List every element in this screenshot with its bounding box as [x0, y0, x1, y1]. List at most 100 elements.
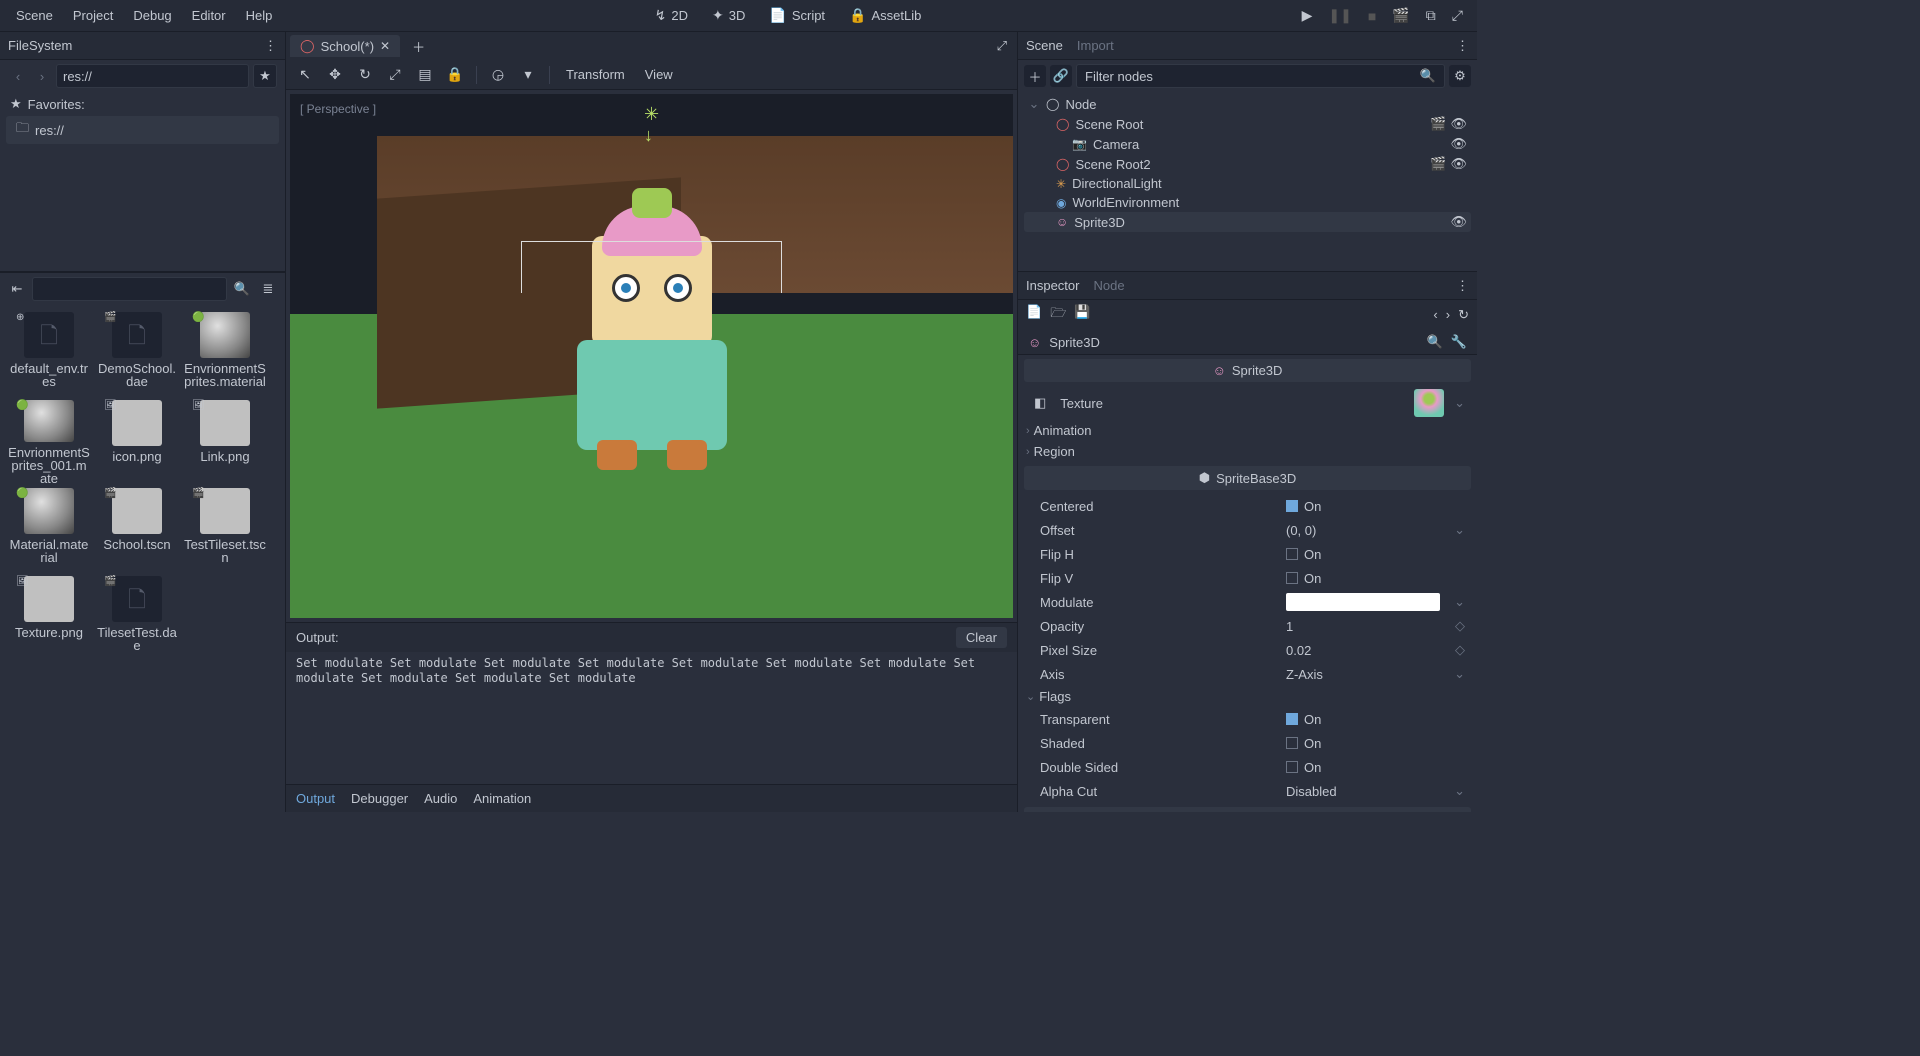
file-item[interactable]: 🎬School.tscn [94, 487, 180, 573]
instance-scene-button[interactable]: 🔗 [1050, 65, 1072, 87]
checkbox-icon[interactable] [1286, 548, 1298, 560]
menu-help[interactable]: Help [238, 4, 281, 27]
search-icon[interactable]: 🔍 [1427, 334, 1443, 350]
snap-options[interactable]: ▾ [517, 64, 539, 86]
dropdown-icon[interactable]: ⌄ [1452, 395, 1467, 411]
bottom-tab-audio[interactable]: Audio [424, 791, 457, 806]
pause-button[interactable]: ❚❚ [1322, 3, 1357, 28]
list-tool[interactable]: ▤ [414, 64, 436, 86]
expand-icon[interactable]: ⤢ [1446, 3, 1469, 28]
prop-offset[interactable]: Offset(0, 0)⌄ [1018, 518, 1477, 542]
filesystem-root-item[interactable]: 🗀res:// [6, 116, 279, 144]
play-scene-button[interactable]: 🎬 [1386, 3, 1415, 28]
visibility-icon[interactable]: 👁 [1450, 214, 1467, 230]
mode-script[interactable]: 📄Script [759, 3, 835, 28]
prop-axis[interactable]: AxisZ-Axis⌄ [1018, 662, 1477, 686]
file-item[interactable]: 🎬🗋TilesetTest.dae [94, 575, 180, 661]
panel-menu-icon[interactable]: ⋮ [1456, 38, 1469, 54]
filesystem-search-input[interactable] [32, 277, 227, 301]
file-item[interactable]: 🟢Material.material [6, 487, 92, 573]
save-resource-button[interactable]: 💾 [1074, 304, 1090, 326]
panel-menu-icon[interactable]: ⋮ [264, 38, 277, 54]
tree-node[interactable]: ☺Sprite3D👁 [1024, 212, 1471, 232]
file-item[interactable]: 🖼Texture.png [6, 575, 92, 661]
file-item[interactable]: ⊕🗋default_env.tres [6, 311, 92, 397]
fold-flags[interactable]: ⌄Flags [1018, 686, 1477, 707]
scene-tree-options[interactable]: ⚙ [1449, 65, 1471, 87]
tab-node[interactable]: Node [1093, 278, 1124, 293]
color-swatch[interactable] [1286, 593, 1440, 611]
visibility-icon[interactable]: 👁 [1450, 156, 1467, 172]
checkbox-icon[interactable] [1286, 500, 1298, 512]
filter-nodes-input[interactable]: Filter nodes🔍 [1076, 64, 1445, 88]
search-icon[interactable]: 🔍 [231, 278, 253, 300]
prop-modulate[interactable]: Modulate⌄ [1018, 590, 1477, 614]
fold-animation[interactable]: ›Animation [1018, 420, 1477, 441]
dropdown-icon[interactable]: ⌄ [1452, 666, 1467, 682]
tab-import[interactable]: Import [1077, 38, 1114, 53]
texture-thumbnail[interactable] [1414, 389, 1444, 417]
visibility-icon[interactable]: 👁 [1450, 116, 1467, 132]
transform-menu[interactable]: Transform [560, 67, 631, 82]
move-tool[interactable]: ✥ [324, 64, 346, 86]
checkbox-icon[interactable] [1286, 572, 1298, 584]
bottom-tab-animation[interactable]: Animation [473, 791, 531, 806]
menu-project[interactable]: Project [65, 4, 121, 27]
tab-scene[interactable]: Scene [1026, 38, 1063, 53]
collapse-icon[interactable]: ⌄ [1028, 96, 1040, 112]
tree-node-root[interactable]: ⌄◯Node [1024, 94, 1471, 114]
tab-inspector[interactable]: Inspector [1026, 278, 1079, 293]
spinner-icon[interactable]: ◇ [1453, 642, 1467, 658]
file-item[interactable]: 🟢EnvrionmentSprites_001.mate [6, 399, 92, 485]
snap-tool[interactable]: ◶ [487, 64, 509, 86]
output-log[interactable]: Set modulate Set modulate Set modulate S… [286, 652, 1017, 784]
mode-3d[interactable]: ✦3D [702, 3, 755, 28]
view-menu[interactable]: View [639, 67, 679, 82]
file-item[interactable]: 🖼Link.png [182, 399, 268, 485]
dropdown-icon[interactable]: ⌄ [1452, 522, 1467, 538]
checkbox-icon[interactable] [1286, 713, 1298, 725]
prop-pixel-size[interactable]: Pixel Size0.02◇ [1018, 638, 1477, 662]
mode-assetlib[interactable]: 🔒AssetLib [839, 3, 931, 28]
section-geometryinstance[interactable]: ⬢GeometryInstance [1024, 807, 1471, 812]
open-resource-button[interactable]: 🗁 [1050, 304, 1066, 326]
tree-node[interactable]: ◯Scene Root🎬👁 [1024, 114, 1471, 134]
section-spritebase3d[interactable]: ⬢SpriteBase3D [1024, 466, 1471, 490]
history-forward-button[interactable]: › [1446, 307, 1450, 323]
tree-node[interactable]: ✳DirectionalLight [1024, 174, 1471, 193]
dropdown-icon[interactable]: ⌄ [1452, 594, 1467, 610]
select-tool[interactable]: ↖ [294, 64, 316, 86]
tool-icon[interactable]: 🔧 [1451, 334, 1467, 350]
close-tab-button[interactable]: ✕ [380, 39, 390, 53]
tree-node[interactable]: ◉WorldEnvironment [1024, 193, 1471, 212]
menu-editor[interactable]: Editor [184, 4, 234, 27]
history-menu-button[interactable]: ↻ [1458, 307, 1469, 323]
rotate-tool[interactable]: ↻ [354, 64, 376, 86]
prop-transparent[interactable]: TransparentOn [1018, 707, 1477, 731]
new-resource-button[interactable]: 📄 [1026, 304, 1042, 326]
new-tab-button[interactable]: ＋ [404, 37, 433, 56]
tree-node[interactable]: 📷Camera👁 [1024, 134, 1471, 154]
lock-tool[interactable]: 🔒 [444, 64, 466, 86]
checkbox-icon[interactable] [1286, 761, 1298, 773]
open-scene-icon[interactable]: 🎬 [1430, 116, 1446, 132]
dropdown-icon[interactable]: ⌄ [1452, 783, 1467, 799]
file-item[interactable]: 🖼icon.png [94, 399, 180, 485]
play-custom-button[interactable]: ⧉ [1420, 3, 1442, 28]
mode-2d[interactable]: ↯2D [645, 3, 698, 28]
bottom-tab-output[interactable]: Output [296, 791, 335, 806]
file-item[interactable]: 🎬🗋DemoSchool.dae [94, 311, 180, 397]
play-button[interactable]: ▶ [1296, 3, 1319, 28]
viewport-3d[interactable]: [ Perspective ] ✳↓ [290, 94, 1013, 618]
menu-scene[interactable]: Scene [8, 4, 61, 27]
prop-flip-v[interactable]: Flip VOn [1018, 566, 1477, 590]
prop-centered[interactable]: CenteredOn [1018, 494, 1477, 518]
scene-tab[interactable]: ◯ School(*) ✕ [290, 35, 400, 57]
file-item[interactable]: 🎬TestTileset.tscn [182, 487, 268, 573]
spinner-icon[interactable]: ◇ [1453, 618, 1467, 634]
prop-double-sided[interactable]: Double SidedOn [1018, 755, 1477, 779]
section-sprite3d[interactable]: ☺Sprite3D [1024, 359, 1471, 382]
prop-flip-h[interactable]: Flip HOn [1018, 542, 1477, 566]
favorite-button[interactable]: ★ [253, 64, 277, 88]
clear-output-button[interactable]: Clear [956, 627, 1007, 648]
